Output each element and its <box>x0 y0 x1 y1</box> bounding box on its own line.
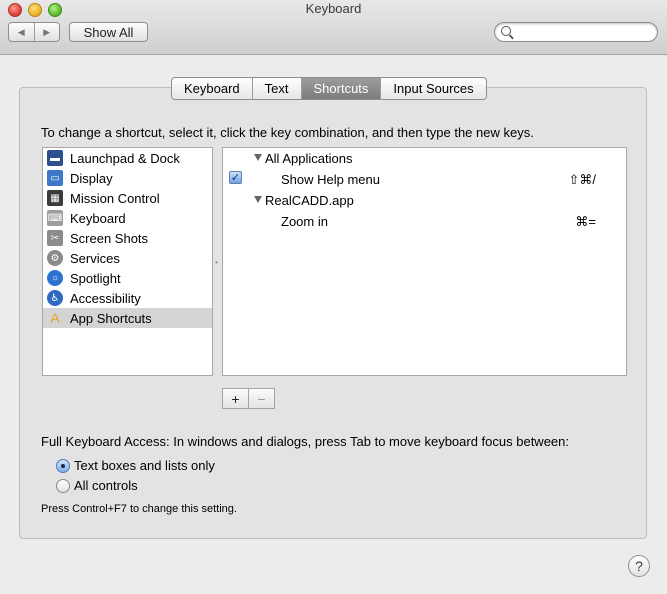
search-input[interactable] <box>515 24 655 42</box>
radio-text-boxes-lists[interactable]: Text boxes and lists only <box>56 458 215 473</box>
tab-text[interactable]: Text <box>253 78 302 99</box>
radio-all-controls[interactable]: All controls <box>56 478 138 493</box>
services-gear-icon: ⚙ <box>47 250 63 266</box>
launchpad-dock-icon: ▬ <box>47 150 63 166</box>
shortcut-row-show-help-menu[interactable]: ✓ Show Help menu ⇧⌘/ <box>223 169 626 190</box>
disclosure-triangle-icon[interactable] <box>254 196 262 203</box>
display-icon: ▭ <box>47 170 63 186</box>
add-remove-control: + − <box>222 388 275 409</box>
category-accessibility[interactable]: ♿ Accessibility <box>43 288 212 308</box>
category-label: App Shortcuts <box>70 310 152 326</box>
add-shortcut-button[interactable]: + <box>223 389 249 408</box>
tab-bar: Keyboard Text Shortcuts Input Sources <box>171 77 487 100</box>
shortcut-row-zoom-in[interactable]: Zoom in ⌘= <box>223 211 626 232</box>
search-icon <box>501 26 511 36</box>
category-label: Accessibility <box>70 290 141 306</box>
category-label: Display <box>70 170 113 186</box>
category-mission-control[interactable]: ▦ Mission Control <box>43 188 212 208</box>
shortcut-group-all-applications[interactable]: All Applications <box>223 148 626 169</box>
tab-shortcuts[interactable]: Shortcuts <box>301 78 382 99</box>
shortcut-group-realcadd[interactable]: RealCADD.app <box>223 190 626 211</box>
shortcut-label: Zoom in <box>281 214 328 229</box>
app-shortcuts-icon: A <box>50 310 60 326</box>
forward-arrow-icon[interactable]: ▶ <box>35 23 60 41</box>
radio-button-selected[interactable] <box>56 458 70 473</box>
back-arrow-icon[interactable]: ◀ <box>9 23 35 41</box>
keyboard-access-hint: Press Control+F7 to change this setting. <box>41 503 237 515</box>
category-services[interactable]: ⚙ Services <box>43 248 212 268</box>
category-list[interactable]: ▬ Launchpad & Dock ▭ Display ▦ Mission C… <box>42 147 213 376</box>
window-titlebar: Keyboard ◀ ▶ Show All <box>0 0 667 55</box>
shortcuts-list[interactable]: All Applications ✓ Show Help menu ⇧⌘/ Re… <box>222 147 627 376</box>
category-label: Mission Control <box>70 190 160 206</box>
category-launchpad-dock[interactable]: ▬ Launchpad & Dock <box>43 148 212 168</box>
shortcut-keys[interactable]: ⌘= <box>575 214 596 230</box>
category-spotlight[interactable]: ○ Spotlight <box>43 268 212 288</box>
screenshot-icon: ✂ <box>47 230 63 246</box>
tab-keyboard[interactable]: Keyboard <box>172 78 253 99</box>
category-screen-shots[interactable]: ✂ Screen Shots <box>43 228 212 248</box>
help-button[interactable]: ? <box>628 555 650 577</box>
shortcut-enabled-checkbox[interactable]: ✓ <box>229 171 242 184</box>
shortcut-keys[interactable]: ⇧⌘/ <box>568 172 596 188</box>
accessibility-icon: ♿ <box>47 290 63 306</box>
tab-input-sources[interactable]: Input Sources <box>381 78 485 99</box>
category-label: Spotlight <box>70 270 121 286</box>
spotlight-icon: ○ <box>47 270 63 286</box>
mission-control-icon: ▦ <box>47 190 63 206</box>
back-forward-control: ◀ ▶ <box>8 22 60 42</box>
shortcut-label: Show Help menu <box>281 172 380 187</box>
instruction-text: To change a shortcut, select it, click t… <box>41 125 534 140</box>
group-label: RealCADD.app <box>265 193 354 208</box>
show-all-button[interactable]: Show All <box>69 22 148 42</box>
remove-shortcut-button[interactable]: − <box>249 389 274 408</box>
category-label: Keyboard <box>70 210 126 226</box>
radio-label: Text boxes and lists only <box>74 458 215 473</box>
group-label: All Applications <box>265 151 353 166</box>
window-title: Keyboard <box>305 1 362 16</box>
keyboard-access-label: Full Keyboard Access: In windows and dia… <box>41 434 569 449</box>
radio-label: All controls <box>74 478 138 493</box>
keyboard-icon: ⌨ <box>47 210 63 226</box>
category-app-shortcuts[interactable]: A App Shortcuts <box>43 308 212 328</box>
disclosure-triangle-icon[interactable] <box>254 154 262 161</box>
category-label: Screen Shots <box>70 230 149 246</box>
category-label: Launchpad & Dock <box>70 150 180 166</box>
search-field[interactable] <box>494 22 658 42</box>
category-display[interactable]: ▭ Display <box>43 168 212 188</box>
category-label: Services <box>70 250 120 266</box>
radio-button[interactable] <box>56 478 70 493</box>
split-view-handle[interactable]: • <box>215 258 218 267</box>
category-keyboard[interactable]: ⌨ Keyboard <box>43 208 212 228</box>
